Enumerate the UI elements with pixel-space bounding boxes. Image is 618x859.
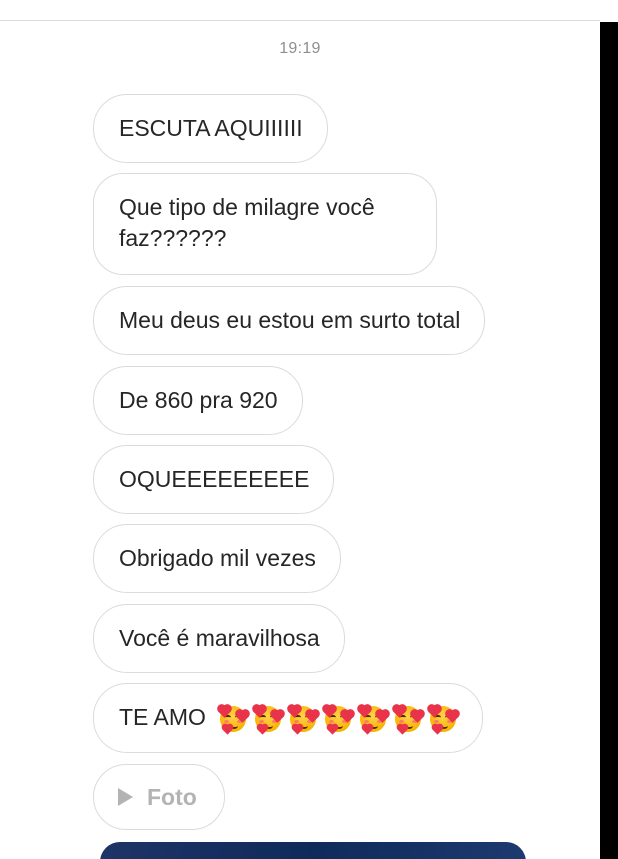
smiling-face-with-hearts-emoji	[218, 704, 250, 735]
message-bubble[interactable]: OQUEEEEEEEEE	[93, 445, 335, 514]
smiling-face-with-hearts-emoji	[393, 704, 425, 735]
message-text: Obrigado mil vezes	[119, 545, 316, 571]
message-bubble[interactable]: ESCUTA AQUIIIIII	[93, 94, 328, 163]
message-text: Você é maravilhosa	[119, 625, 320, 651]
message-text: De 860 pra 920	[119, 387, 278, 413]
message-text: TE AMO	[119, 704, 206, 730]
message-text: Meu deus eu estou em surto total	[119, 307, 461, 333]
emoji-row	[218, 704, 460, 735]
chat-screen: 19:19 ESCUTA AQUIIIIII Que tipo de milag…	[0, 0, 618, 859]
message-bubble[interactable]: Meu deus eu estou em surto total	[93, 286, 486, 355]
message-bubble[interactable]: De 860 pra 920	[93, 366, 303, 435]
right-edge-bar	[600, 22, 618, 859]
smiling-face-with-hearts-emoji	[428, 704, 460, 735]
smiling-face-with-hearts-emoji	[253, 704, 285, 735]
message-bubble[interactable]: Obrigado mil vezes	[93, 524, 341, 593]
message-bubble[interactable]: TE AMO	[93, 683, 484, 753]
top-divider	[0, 20, 600, 21]
photo-label: Foto	[147, 783, 197, 810]
photo-attachment-bubble[interactable]: Foto	[93, 764, 225, 830]
smiling-face-with-hearts-emoji	[358, 704, 390, 735]
message-bubble[interactable]: Você é maravilhosa	[93, 604, 345, 673]
message-text: OQUEEEEEEEEE	[119, 466, 310, 492]
smiling-face-with-hearts-emoji	[323, 704, 355, 735]
message-text: ESCUTA AQUIIIIII	[119, 115, 303, 141]
next-message-preview[interactable]	[100, 842, 526, 859]
smiling-face-with-hearts-emoji	[288, 704, 320, 735]
play-icon	[118, 788, 133, 806]
message-bubble[interactable]: Que tipo de milagre você faz??????	[93, 173, 437, 275]
message-timestamp: 19:19	[279, 40, 321, 57]
message-text: Que tipo de milagre você faz??????	[119, 194, 375, 251]
